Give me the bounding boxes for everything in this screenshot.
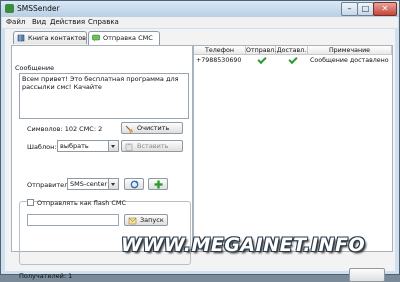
checkmark-icon <box>257 54 267 65</box>
refresh-icon <box>130 180 139 191</box>
paste-icon <box>125 143 133 151</box>
main-window: SMSSender – □ ✕ Файл Вид Действия Справк… <box>0 0 400 282</box>
sms-icon <box>92 34 100 42</box>
send-icon <box>128 217 137 225</box>
progress-field <box>27 214 119 226</box>
template-select[interactable]: выбрать <box>57 140 119 152</box>
flash-sms-label: Отправлять как flash СМС <box>37 199 127 207</box>
recipients-table: Телефон Отправл. Доставл. Примечание +79… <box>193 45 393 252</box>
tab-contacts-label: Книга контактов <box>28 34 86 42</box>
close-window-button[interactable]: ✕ <box>373 2 397 16</box>
watermark: WWW.MEGAINET.INFO <box>121 234 366 256</box>
cell-phone: +7988530690 <box>196 57 242 64</box>
chevron-down-icon <box>108 141 118 151</box>
checkmark-icon <box>288 54 298 65</box>
clear-button-label: Очистить <box>137 124 170 132</box>
menu-view[interactable]: Вид <box>32 18 46 26</box>
tab-send-sms-label: Отправка СМС <box>103 34 153 42</box>
column-header-sent[interactable]: Отправл. <box>246 46 276 55</box>
message-legend: Сообщение <box>15 64 55 72</box>
column-header-phone[interactable]: Телефон <box>194 46 246 55</box>
menu-help[interactable]: Справка <box>88 18 119 26</box>
tab-contacts[interactable]: Книга контактов <box>13 31 87 44</box>
launch-button-label: Запуск <box>140 216 164 224</box>
close-button[interactable] <box>349 268 385 282</box>
clear-button[interactable]: Очистить <box>121 122 183 134</box>
cell-note: Сообщение доставлено <box>310 57 389 64</box>
template-label: Шаблон: <box>27 143 57 151</box>
menu-bar: Файл Вид Действия Справка <box>2 17 398 28</box>
menu-file[interactable]: Файл <box>6 18 25 26</box>
add-sender-button[interactable] <box>148 178 168 190</box>
app-icon <box>5 4 14 13</box>
broom-icon <box>125 125 133 133</box>
add-icon <box>154 180 163 191</box>
launch-button[interactable]: Запуск <box>124 214 168 226</box>
sender-select[interactable]: SMS-center <box>67 178 119 190</box>
minimize-button[interactable]: – <box>341 2 358 16</box>
flash-sms-checkbox[interactable] <box>27 199 34 206</box>
book-icon <box>17 34 25 42</box>
template-select-value: выбрать <box>60 142 89 150</box>
window-title: SMSSender <box>17 4 60 13</box>
refresh-button[interactable] <box>124 178 144 190</box>
insert-button-label: Вставить <box>137 142 169 150</box>
message-textarea[interactable]: Всем привет! Это бесплатная программа дл… <box>19 73 189 119</box>
maximize-button[interactable]: □ <box>357 2 374 16</box>
char-counter: Символов: 102 СМС: 2 <box>27 125 103 133</box>
chevron-down-icon <box>108 179 118 189</box>
recipients-count: Получателей: 1 <box>19 272 73 280</box>
title-bar[interactable]: SMSSender – □ ✕ <box>1 1 399 17</box>
sender-select-value: SMS-center <box>70 180 108 188</box>
column-header-delivered[interactable]: Доставл. <box>276 46 308 55</box>
column-header-note[interactable]: Примечание <box>308 46 392 55</box>
tab-send-sms[interactable]: Отправка СМС <box>88 31 160 45</box>
insert-button[interactable]: Вставить <box>121 140 183 152</box>
menu-actions[interactable]: Действия <box>50 18 85 26</box>
